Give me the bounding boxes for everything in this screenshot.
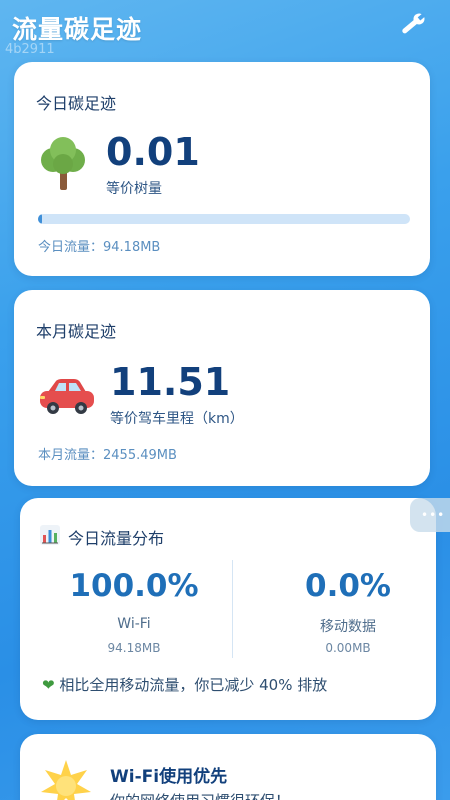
today-progress-bar <box>38 214 410 224</box>
wifi-card-subtitle: 你的网络使用习惯很环保！ <box>110 790 290 800</box>
month-carbon-value: 11.51 <box>110 360 231 404</box>
bar-chart-icon <box>40 525 60 545</box>
car-icon <box>40 379 94 414</box>
ellipsis-icon: ••• <box>421 508 446 522</box>
divider <box>232 560 233 658</box>
tree-icon <box>41 137 85 190</box>
wifi-size: 94.18MB <box>107 641 161 655</box>
wifi-label: Wi-Fi <box>117 616 151 632</box>
wifi-priority-card: Wi-Fi使用优先 你的网络使用习惯很环保！ <box>20 734 436 800</box>
settings-button[interactable] <box>394 10 428 40</box>
today-progress-fill <box>38 214 42 224</box>
today-carbon-card: 今日碳足迹 0.01 等价树量 今日流量：94.18MB <box>14 62 430 276</box>
app-id-label: 4b2911 <box>5 42 55 57</box>
mobile-size: 0.00MB <box>325 641 371 655</box>
today-flow-label: 今日流量：94.18MB <box>38 240 161 255</box>
reduction-tip-text: 相比全用移动流量，你已减少 40% 排放 <box>59 676 328 694</box>
today-carbon-value: 0.01 <box>106 130 200 174</box>
green-heart-icon: ❤ <box>42 676 55 694</box>
sun-icon <box>41 760 91 800</box>
wifi-percent: 100.0% <box>69 568 199 604</box>
wrench-icon <box>402 12 426 34</box>
card-title: 本月碳足迹 <box>36 322 117 341</box>
card-title: 今日碳足迹 <box>36 94 117 113</box>
today-unit-label: 等价树量 <box>106 181 162 197</box>
month-carbon-card: 本月碳足迹 11.51 等价驾车里程（km） 本月流量：2455.49MB <box>14 290 430 486</box>
month-flow-label: 本月流量：2455.49MB <box>38 448 177 463</box>
distribution-card: 今日流量分布 100.0% Wi-Fi 94.18MB 0.0% 移动数据 0.… <box>20 498 436 720</box>
month-unit-label: 等价驾车里程（km） <box>110 411 244 427</box>
side-drawer-handle[interactable]: ••• <box>410 498 450 532</box>
card-title: 今日流量分布 <box>68 529 165 548</box>
app-header: 流量碳足迹 4b2911 <box>0 0 450 62</box>
app-title: 流量碳足迹 <box>12 15 143 44</box>
wifi-card-title: Wi-Fi使用优先 <box>110 767 228 787</box>
reduction-tip: ❤ 相比全用移动流量，你已减少 40% 排放 <box>42 674 327 695</box>
mobile-label: 移动数据 <box>320 619 376 635</box>
mobile-percent: 0.0% <box>305 568 391 604</box>
